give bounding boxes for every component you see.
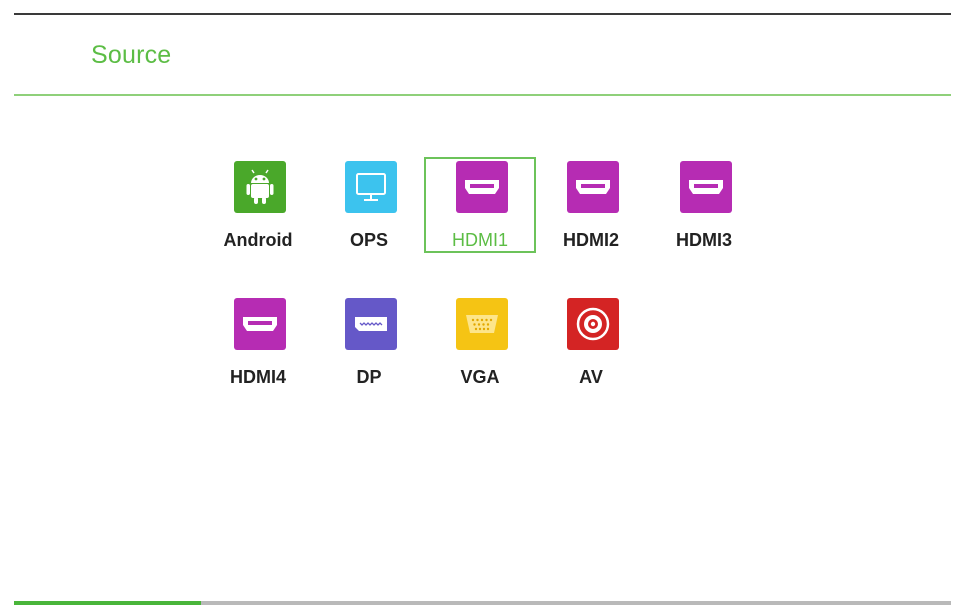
source-item-hdmi2[interactable]: HDMI2 bbox=[535, 157, 647, 253]
source-label: DP bbox=[356, 367, 382, 387]
source-label: OPS bbox=[349, 230, 388, 250]
source-label: HDMI1 bbox=[451, 230, 508, 250]
source-grid: Android OPS HDMI1 HDMI2 HDMI3 HDMI4 DP V… bbox=[0, 0, 956, 609]
source-label: Android bbox=[223, 230, 293, 250]
source-item-hdmi3[interactable]: HDMI3 bbox=[648, 157, 760, 253]
source-label: HDMI3 bbox=[675, 230, 732, 250]
source-item-hdmi4[interactable]: HDMI4 bbox=[202, 294, 314, 390]
source-item-android[interactable]: Android bbox=[202, 157, 314, 253]
source-item-hdmi1[interactable]: HDMI1 bbox=[424, 157, 536, 253]
hdmi-port-icon bbox=[234, 298, 286, 350]
source-label: AV bbox=[579, 367, 603, 387]
source-label: VGA bbox=[460, 367, 500, 387]
displayport-icon bbox=[345, 298, 397, 350]
hdmi-port-icon bbox=[567, 161, 619, 213]
vga-port-icon bbox=[456, 298, 508, 350]
source-item-vga[interactable]: VGA bbox=[424, 294, 536, 390]
progress-bar bbox=[14, 601, 951, 605]
source-item-ops[interactable]: OPS bbox=[313, 157, 425, 253]
progress-bar-fill bbox=[14, 601, 202, 605]
monitor-icon bbox=[345, 161, 397, 213]
hdmi-port-icon bbox=[680, 161, 732, 213]
hdmi-port-icon bbox=[456, 161, 508, 213]
android-icon bbox=[234, 161, 286, 213]
source-item-av[interactable]: AV bbox=[535, 294, 647, 390]
source-item-dp[interactable]: DP bbox=[313, 294, 425, 390]
source-label: HDMI2 bbox=[562, 230, 619, 250]
source-label: HDMI4 bbox=[229, 367, 286, 387]
av-rca-icon bbox=[567, 298, 619, 350]
